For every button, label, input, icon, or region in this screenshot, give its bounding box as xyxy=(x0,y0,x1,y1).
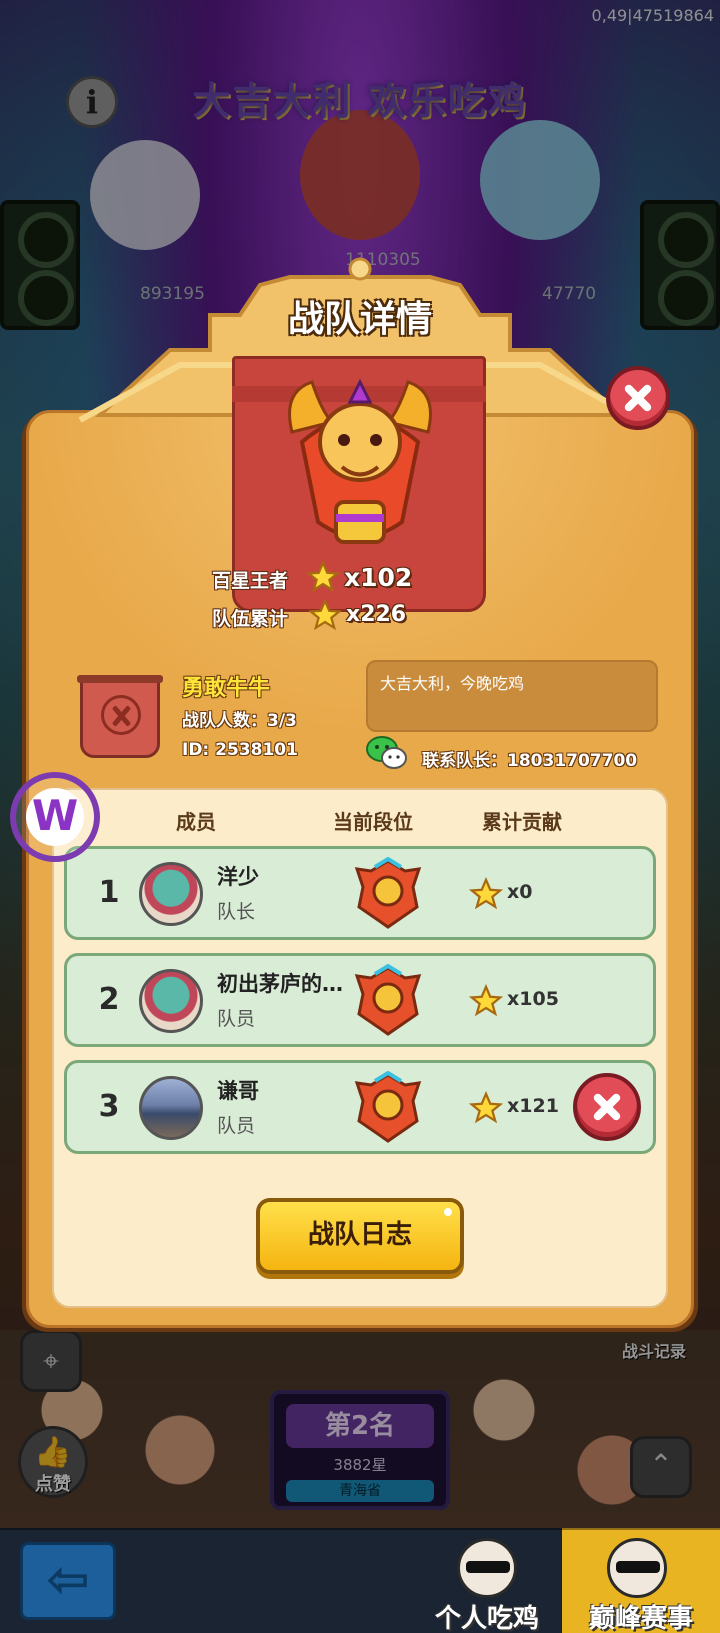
member-row[interactable]: 1 洋少 队长 x0 xyxy=(64,846,656,940)
tab-peak-tournament[interactable]: 巅峰赛事 xyxy=(562,1528,720,1633)
rank-badge-icon xyxy=(354,857,422,929)
team-total-value: x226 xyxy=(346,602,407,627)
hundred-star-label: 百星王者 xyxy=(212,570,289,592)
tab-personal[interactable]: 个人吃鸡 xyxy=(412,1528,562,1633)
member-number: 1 xyxy=(98,875,120,910)
member-name: 洋少 xyxy=(217,865,259,889)
wechat-icon[interactable] xyxy=(366,734,408,772)
team-log-label: 战队日志 xyxy=(307,1220,412,1250)
member-name: 谦哥 xyxy=(217,1079,259,1103)
rank-badge-icon xyxy=(354,964,422,1036)
team-id: ID: 2538101 xyxy=(182,740,298,760)
hundred-star-value: x102 xyxy=(344,563,413,592)
column-contribution: 累计贡献 xyxy=(482,810,562,834)
team-flag-icon xyxy=(77,675,163,758)
crossed-swords-icon xyxy=(101,695,141,735)
star-icon xyxy=(469,1091,503,1124)
character-avatar-icon xyxy=(607,1538,667,1598)
star-icon xyxy=(308,598,342,631)
arrow-left-icon: ⇦ xyxy=(46,1550,90,1610)
member-contribution: x121 xyxy=(507,1095,559,1117)
member-role: 队员 xyxy=(217,1008,256,1030)
team-motto: 大吉大利，今晚吃鸡 xyxy=(366,660,658,732)
rank-badge-icon xyxy=(354,1071,422,1143)
column-rank: 当前段位 xyxy=(333,810,413,834)
close-button[interactable] xyxy=(606,366,670,430)
w-logo-icon: W xyxy=(26,788,84,846)
modal-title: 战队详情 xyxy=(287,299,432,340)
team-member-count: 战队人数：3/3 xyxy=(182,711,297,731)
member-number: 2 xyxy=(98,982,120,1017)
highlight-dot xyxy=(444,1208,452,1216)
member-name: 初出茅庐的… xyxy=(217,972,343,996)
tab-personal-label: 个人吃鸡 xyxy=(434,1604,539,1633)
member-avatar[interactable] xyxy=(139,969,203,1033)
back-button[interactable]: ⇦ xyxy=(20,1542,116,1620)
team-total-label: 队伍累计 xyxy=(212,608,289,630)
member-role: 队员 xyxy=(217,1115,256,1137)
team-log-button[interactable]: 战队日志 xyxy=(256,1198,464,1274)
close-icon xyxy=(590,1090,624,1124)
character-avatar-icon xyxy=(457,1538,517,1598)
dragon-emblem-icon xyxy=(288,378,432,544)
member-contribution: x0 xyxy=(507,881,533,903)
close-icon xyxy=(621,381,655,415)
bottom-bar: ⇦ 个人吃鸡 巅峰赛事 xyxy=(0,1528,720,1633)
member-contribution: x105 xyxy=(507,988,559,1010)
tab-peak-label: 巅峰赛事 xyxy=(588,1604,693,1633)
floating-app-logo[interactable]: W xyxy=(10,772,100,862)
member-number: 3 xyxy=(98,1089,120,1124)
remove-member-button[interactable] xyxy=(573,1073,641,1141)
member-row[interactable]: 3 谦哥 队员 x121 xyxy=(64,1060,656,1154)
captain-contact: 联系队长：18031707700 xyxy=(422,751,638,771)
star-icon xyxy=(469,877,503,910)
member-avatar[interactable] xyxy=(139,862,203,926)
star-icon xyxy=(469,984,503,1017)
member-row[interactable]: 2 初出茅庐的… 队员 x105 xyxy=(64,953,656,1047)
member-avatar[interactable] xyxy=(139,1076,203,1140)
member-role: 队长 xyxy=(217,901,256,923)
star-icon xyxy=(306,560,340,593)
team-name: 勇敢牛牛 xyxy=(182,676,271,701)
column-member: 成员 xyxy=(176,810,216,834)
